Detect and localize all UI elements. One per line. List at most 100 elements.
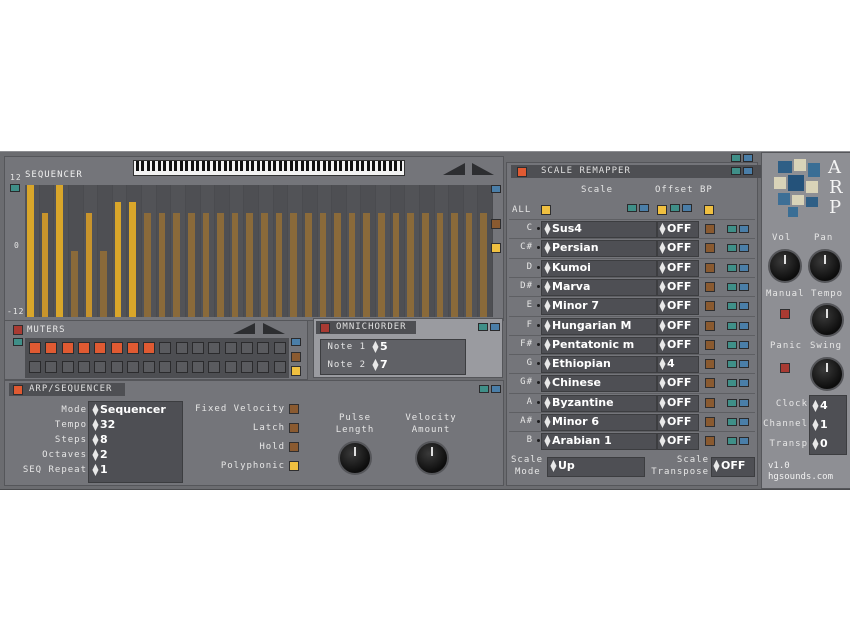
mute-toggle[interactable]: [94, 342, 107, 354]
mute-toggle[interactable]: [126, 342, 139, 354]
scale-stepper[interactable]: ▲ ▼Ethiopian: [543, 357, 610, 371]
scale-stepper[interactable]: ▲ ▼Sus4: [543, 222, 582, 236]
row-button-1[interactable]: [727, 360, 737, 369]
mute-toggle[interactable]: [192, 342, 204, 354]
muters-shift-right-button[interactable]: [263, 323, 285, 334]
all-bp-led[interactable]: [704, 205, 714, 215]
step-bar[interactable]: [231, 212, 239, 317]
mute-toggle[interactable]: [143, 361, 156, 373]
offset-stepper[interactable]: ▲ ▼OFF: [658, 279, 691, 294]
omnichorder-button-2[interactable]: [490, 323, 500, 331]
scale-stepper[interactable]: ▲ ▼Chinese: [543, 376, 601, 390]
row-button-2[interactable]: [739, 360, 749, 369]
offset-stepper[interactable]: ▲ ▼OFF: [658, 337, 691, 352]
row-button-1[interactable]: [727, 379, 737, 388]
mute-toggle[interactable]: [110, 361, 123, 373]
step-bar[interactable]: [41, 212, 49, 317]
row-button-2[interactable]: [739, 437, 749, 446]
mute-toggle[interactable]: [110, 342, 123, 354]
latch-toggle[interactable]: [289, 423, 299, 433]
step-bar[interactable]: [392, 212, 400, 317]
mute-toggle[interactable]: [45, 342, 58, 354]
row-button-2[interactable]: [739, 282, 749, 291]
panic-button[interactable]: [780, 363, 790, 373]
row-button-1[interactable]: [727, 225, 737, 233]
bp-toggle[interactable]: [705, 417, 715, 427]
step-bar[interactable]: [290, 212, 297, 317]
mute-toggle[interactable]: [273, 361, 286, 373]
octaves-stepper[interactable]: ▲ ▼2: [91, 448, 107, 462]
step-bar[interactable]: [407, 212, 414, 317]
mute-toggle[interactable]: [61, 361, 74, 373]
scale-remapper-button-3[interactable]: [731, 167, 741, 175]
step-bar[interactable]: [56, 185, 63, 317]
step-bar[interactable]: [246, 212, 253, 317]
bp-toggle[interactable]: [705, 281, 715, 292]
row-button-2[interactable]: [739, 244, 749, 253]
row-button-1[interactable]: [727, 244, 737, 253]
offset-stepper[interactable]: ▲ ▼OFF: [658, 299, 691, 313]
note1-stepper[interactable]: ▲ ▼5: [371, 340, 387, 354]
tempo-knob[interactable]: [810, 303, 844, 337]
mute-toggle[interactable]: [45, 361, 58, 373]
note2-stepper[interactable]: ▲ ▼7: [371, 358, 387, 372]
scale-stepper[interactable]: ▲ ▼Minor 7: [543, 299, 599, 313]
mute-toggle[interactable]: [29, 342, 41, 354]
step-bar[interactable]: [70, 251, 78, 317]
seq-repeat-stepper[interactable]: ▲ ▼1: [91, 463, 107, 477]
row-button-1[interactable]: [727, 263, 737, 272]
mute-toggle[interactable]: [192, 361, 204, 373]
offset-stepper[interactable]: ▲ ▼OFF: [658, 222, 691, 236]
row-button-2[interactable]: [739, 379, 749, 388]
hold-toggle[interactable]: [289, 442, 299, 452]
mute-toggle[interactable]: [257, 342, 270, 354]
scale-stepper[interactable]: ▲ ▼Kumoi: [543, 260, 591, 275]
mute-toggle[interactable]: [175, 342, 188, 354]
step-bar[interactable]: [187, 212, 195, 317]
pan-knob[interactable]: [808, 249, 842, 283]
step-bar[interactable]: [217, 212, 224, 317]
step-bar[interactable]: [158, 212, 166, 317]
vol-knob[interactable]: [768, 249, 802, 283]
step-bar[interactable]: [480, 212, 487, 317]
step-bar[interactable]: [465, 212, 473, 317]
mute-toggle[interactable]: [61, 342, 74, 354]
row-button-2[interactable]: [739, 263, 749, 272]
scale-stepper[interactable]: ▲ ▼Hungarian M: [543, 318, 631, 333]
all-scale-button-2[interactable]: [639, 204, 649, 212]
step-bar[interactable]: [275, 212, 283, 317]
scale-stepper[interactable]: ▲ ▼Marva: [543, 279, 590, 294]
mute-toggle[interactable]: [224, 342, 237, 354]
clock-stepper[interactable]: ▲ ▼4: [811, 399, 827, 413]
step-bar[interactable]: [436, 212, 444, 317]
mute-toggle[interactable]: [159, 342, 172, 354]
scale-stepper[interactable]: ▲ ▼Persian: [543, 241, 598, 255]
all-offset-led[interactable]: [657, 205, 667, 215]
velocity-amount-knob[interactable]: [415, 441, 449, 475]
keyboard-strip[interactable]: [133, 160, 405, 176]
offset-stepper[interactable]: ▲ ▼OFF: [658, 241, 691, 255]
offset-stepper[interactable]: ▲ ▼4: [658, 357, 674, 371]
scale-stepper[interactable]: ▲ ▼Pentatonic m: [543, 337, 634, 352]
offset-stepper[interactable]: ▲ ▼OFF: [658, 415, 691, 429]
step-bar[interactable]: [363, 212, 370, 317]
step-bar[interactable]: [85, 212, 93, 317]
sequencer-shift-right-button[interactable]: [472, 163, 494, 175]
step-bar[interactable]: [334, 212, 341, 317]
scale-stepper[interactable]: ▲ ▼Byzantine: [543, 395, 613, 410]
offset-stepper[interactable]: ▲ ▼OFF: [658, 260, 691, 275]
tempo-stepper[interactable]: ▲ ▼32: [91, 418, 115, 432]
bp-toggle[interactable]: [705, 301, 715, 312]
step-bar[interactable]: [129, 201, 136, 317]
step-bar[interactable]: [114, 201, 122, 317]
bp-toggle[interactable]: [705, 378, 715, 389]
row-button-2[interactable]: [739, 225, 749, 233]
row-button-1[interactable]: [727, 302, 737, 311]
arp-button-1[interactable]: [479, 385, 489, 393]
fixed-velocity-toggle[interactable]: [289, 404, 299, 414]
row-button-1[interactable]: [727, 418, 737, 426]
step-bar[interactable]: [27, 185, 34, 317]
bp-toggle[interactable]: [705, 224, 715, 234]
bp-toggle[interactable]: [705, 262, 715, 273]
step-bar[interactable]: [304, 212, 312, 317]
